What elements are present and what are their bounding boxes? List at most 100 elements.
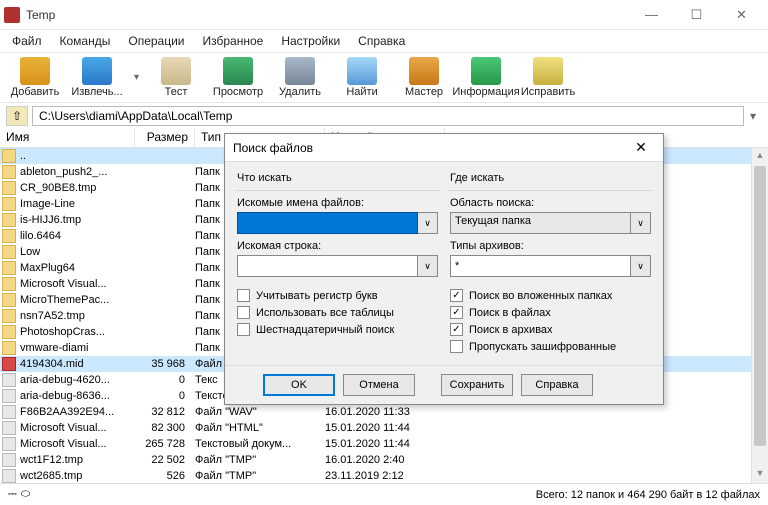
tables-label: Использовать все таблицы: [256, 307, 394, 319]
file-name: Microsoft Visual...: [20, 278, 135, 290]
file-modified: 16.01.2020 11:33: [325, 406, 445, 418]
scroll-down-icon[interactable]: ▼: [752, 466, 768, 483]
files-checkbox[interactable]: ✓: [450, 306, 463, 319]
file-size: 35 968: [135, 358, 195, 370]
toolbar-view-button[interactable]: Просмотр: [209, 57, 267, 98]
ok-button[interactable]: OK: [263, 374, 335, 396]
toolbar-ext-button[interactable]: Извлечь...: [68, 57, 126, 98]
toolbar-chevron-icon[interactable]: ▾: [134, 72, 139, 83]
file-size: 22 502: [135, 454, 195, 466]
file-name: Microsoft Visual...: [20, 438, 135, 450]
arch-dropdown-icon[interactable]: ∨: [631, 255, 651, 277]
file-name: Image-Line: [20, 198, 135, 210]
file-row[interactable]: wct1F12.tmp22 502Файл "TMP"16.01.2020 2:…: [0, 452, 768, 468]
string-input[interactable]: [237, 255, 418, 277]
file-row[interactable]: Microsoft Visual...265 728Текстовый доку…: [0, 436, 768, 452]
file-name: aria-debug-4620...: [20, 374, 135, 386]
skip-checkbox[interactable]: [450, 340, 463, 353]
cancel-button[interactable]: Отмена: [343, 374, 415, 396]
skip-label: Пропускать зашифрованные: [469, 341, 616, 353]
file-row[interactable]: wct2685.tmp526Файл "TMP"23.11.2019 2:12: [0, 468, 768, 483]
area-dropdown-icon[interactable]: ∨: [631, 212, 651, 234]
minimize-button[interactable]: —: [629, 1, 674, 29]
file-size: 0: [135, 390, 195, 402]
files-label: Поиск в файлах: [469, 307, 551, 319]
file-name: F86B2AA392E94...: [20, 406, 135, 418]
menu-settings[interactable]: Настройки: [273, 32, 348, 50]
file-icon: [2, 357, 16, 371]
file-icon: [2, 213, 16, 227]
menu-help[interactable]: Справка: [350, 32, 413, 50]
names-label: Искомые имена файлов:: [237, 197, 438, 209]
view-icon: [223, 57, 253, 85]
menubar: Файл Команды Операции Избранное Настройк…: [0, 30, 768, 52]
arch-input[interactable]: [450, 255, 631, 277]
close-button[interactable]: ✕: [719, 1, 764, 29]
menu-operations[interactable]: Операции: [120, 32, 192, 50]
col-size[interactable]: Размер: [135, 128, 195, 147]
status-left: ⎓⬭: [8, 488, 48, 501]
toolbar-label: Удалить: [279, 86, 321, 98]
file-size: 32 812: [135, 406, 195, 418]
save-button[interactable]: Сохранить: [441, 374, 513, 396]
dialog-close-button[interactable]: ✕: [627, 139, 655, 156]
arch-label: Типы архивов:: [450, 240, 651, 252]
names-dropdown-icon[interactable]: ∨: [418, 212, 438, 234]
file-icon: [2, 309, 16, 323]
arch-checkbox[interactable]: ✓: [450, 323, 463, 336]
file-icon: [2, 277, 16, 291]
toolbar-label: Мастер: [405, 86, 443, 98]
status-text: Всего: 12 папок и 464 290 байт в 12 файл…: [48, 489, 760, 501]
scroll-thumb[interactable]: [754, 166, 766, 446]
file-name: is-HIJJ6.tmp: [20, 214, 135, 226]
path-field[interactable]: C:\Users\diami\AppData\Local\Temp: [32, 106, 744, 126]
file-row[interactable]: Microsoft Visual...82 300Файл "HTML"15.0…: [0, 420, 768, 436]
toolbar-info-button[interactable]: Информация: [457, 57, 515, 98]
vertical-scrollbar[interactable]: ▲ ▼: [751, 148, 768, 483]
file-icon: [2, 453, 16, 467]
toolbar-fix-button[interactable]: Исправить: [519, 57, 577, 98]
area-label: Область поиска:: [450, 197, 651, 209]
toolbar-label: Просмотр: [213, 86, 263, 98]
menu-favorites[interactable]: Избранное: [195, 32, 272, 50]
toolbar-find-button[interactable]: Найти: [333, 57, 391, 98]
case-checkbox[interactable]: [237, 289, 250, 302]
toolbar-wiz-button[interactable]: Мастер: [395, 57, 453, 98]
col-name[interactable]: Имя: [0, 128, 135, 147]
arch-chk-label: Поиск в архивах: [469, 324, 553, 336]
file-row[interactable]: F86B2AA392E94...32 812Файл "WAV"16.01.20…: [0, 404, 768, 420]
menu-file[interactable]: Файл: [4, 32, 50, 50]
names-input[interactable]: [237, 212, 418, 234]
add-icon: [20, 57, 50, 85]
folder-up-button[interactable]: ⇧: [6, 106, 28, 126]
hex-checkbox[interactable]: [237, 323, 250, 336]
file-icon: [2, 341, 16, 355]
file-icon: [2, 149, 16, 163]
scroll-up-icon[interactable]: ▲: [752, 148, 768, 165]
toolbar-del-button[interactable]: Удалить: [271, 57, 329, 98]
file-name: PhotoshopCras...: [20, 326, 135, 338]
del-icon: [285, 57, 315, 85]
toolbar-label: Найти: [346, 86, 377, 98]
menu-commands[interactable]: Команды: [52, 32, 119, 50]
nested-checkbox[interactable]: ✓: [450, 289, 463, 302]
maximize-button[interactable]: ☐: [674, 1, 719, 29]
file-icon: [2, 325, 16, 339]
help-button[interactable]: Справка: [521, 374, 593, 396]
path-dropdown-icon[interactable]: ▾: [744, 109, 762, 123]
toolbar: ДобавитьИзвлечь... ▾ Тест Просмотр Удалить На…: [0, 52, 768, 102]
tables-checkbox[interactable]: [237, 306, 250, 319]
file-name: ..: [20, 150, 135, 162]
file-modified: 15.01.2020 11:44: [325, 438, 445, 450]
file-icon: [2, 229, 16, 243]
file-name: ableton_push2_...: [20, 166, 135, 178]
toolbar-test-button[interactable]: Тест: [147, 57, 205, 98]
ext-icon: [82, 57, 112, 85]
file-modified: 15.01.2020 11:44: [325, 422, 445, 434]
toolbar-add-button[interactable]: Добавить: [6, 57, 64, 98]
area-select[interactable]: Текущая папка: [450, 212, 631, 234]
file-name: lilo.6464: [20, 230, 135, 242]
string-dropdown-icon[interactable]: ∨: [418, 255, 438, 277]
file-size: 0: [135, 374, 195, 386]
test-icon: [161, 57, 191, 85]
